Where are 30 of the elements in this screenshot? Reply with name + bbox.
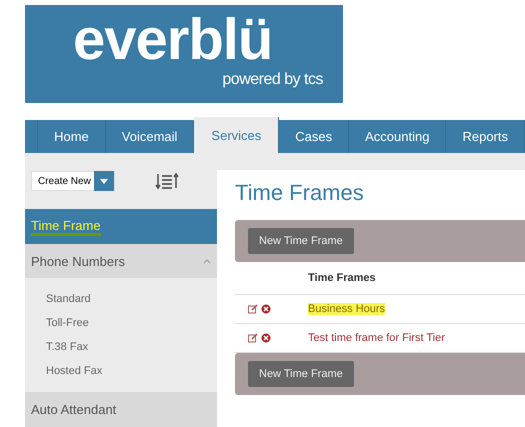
nav-tab[interactable]: Services: [194, 117, 280, 153]
new-time-frame-button[interactable]: New Time Frame: [248, 228, 354, 254]
nav-tab[interactable]: Home: [38, 120, 106, 153]
delete-icon[interactable]: [261, 304, 271, 314]
nav-segment: [25, 120, 38, 153]
logo-tagline: powered by tcs: [222, 71, 323, 89]
nav-tab[interactable]: Accounting: [349, 120, 446, 153]
nav-tab[interactable]: Voicemail: [106, 120, 194, 153]
sidebar-item[interactable]: Auto Attendant: [25, 392, 217, 427]
time-frame-link[interactable]: Test time frame for First Tier: [308, 332, 445, 344]
sidebar-subitem[interactable]: Standard: [46, 290, 217, 308]
page-title: Time Frames: [235, 180, 365, 207]
create-new-select[interactable]: Create New: [31, 171, 115, 192]
sidebar-subitem[interactable]: T.38 Fax: [46, 338, 217, 356]
logo-name: everblü: [73, 11, 272, 69]
sidebar-item[interactable]: Time Frame: [25, 209, 217, 244]
time-frame-link[interactable]: Business Hours: [308, 303, 386, 315]
sidebar-subitem[interactable]: Toll-Free: [46, 314, 217, 332]
caret-icon: [203, 258, 211, 264]
edit-icon[interactable]: [248, 304, 258, 314]
sort-icon[interactable]: [155, 172, 179, 190]
new-time-frame-button[interactable]: New Time Frame: [248, 361, 354, 387]
sidebar-item[interactable]: Phone Numbers: [25, 244, 217, 278]
column-header: Time Frames: [308, 272, 376, 284]
dropdown-arrow-icon: [100, 178, 108, 184]
nav-tab[interactable]: Cases: [279, 120, 350, 153]
delete-icon[interactable]: [261, 333, 271, 343]
edit-icon[interactable]: [248, 333, 258, 343]
nav-tab[interactable]: Reports: [446, 120, 525, 153]
sidebar-subitem[interactable]: Hosted Fax: [46, 362, 217, 380]
